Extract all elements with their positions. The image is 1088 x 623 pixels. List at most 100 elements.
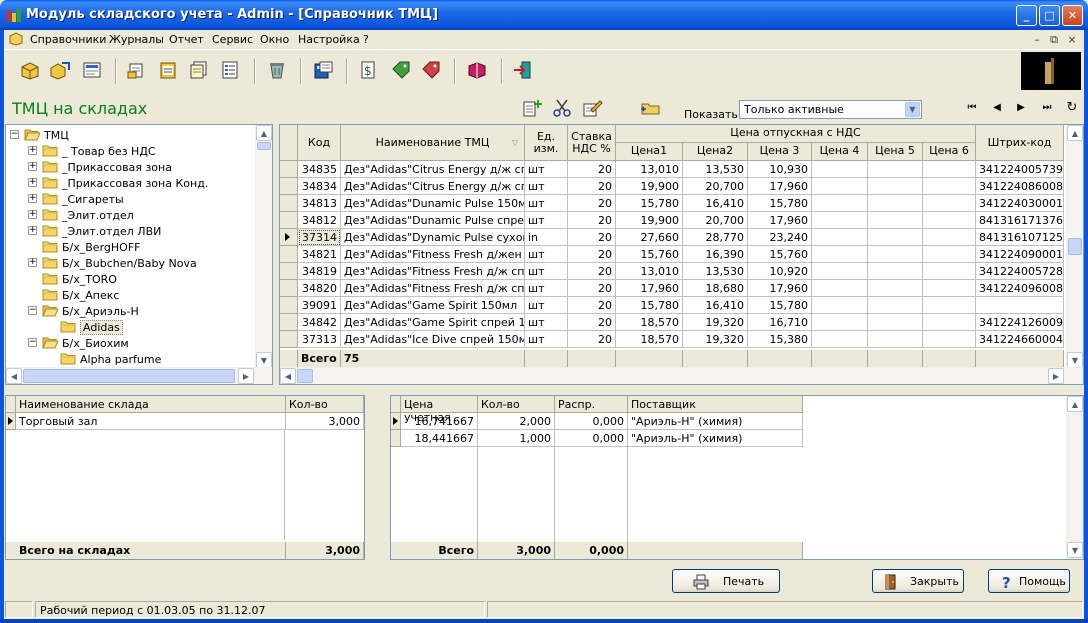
cell-code[interactable]: 34812 [298, 212, 341, 229]
cell-p3[interactable]: 15,780 [748, 195, 812, 212]
scroll-right-icon[interactable]: ▶ [238, 368, 254, 384]
expand-icon[interactable]: + [28, 146, 37, 155]
help-button[interactable]: ? Помощь [988, 569, 1070, 593]
cell-name[interactable]: Дез"Adidas"Game Spirit спрей 150... [341, 314, 525, 331]
cell-p4[interactable] [812, 246, 868, 263]
tree-vertical-scrollbar[interactable]: ▲ ▼ [255, 125, 272, 369]
tree-node[interactable]: − Б/х_Ариэль-Н [6, 303, 256, 319]
table-row[interactable]: 34834Дез"Adidas"Citrus Energy д/ж спр ..… [280, 178, 1064, 195]
row-indicator[interactable] [280, 212, 298, 229]
mdi-restore-button[interactable]: ⧉ [1047, 33, 1061, 47]
menu-settings[interactable]: Настройка [298, 33, 360, 46]
cell-p6[interactable] [923, 280, 976, 297]
tree-node[interactable]: + Б/х_Bubchen/Baby Nova [6, 255, 256, 271]
cell-price[interactable]: 16,741667 [401, 413, 478, 430]
cell-p4[interactable] [812, 195, 868, 212]
cell-barcode[interactable] [976, 297, 1064, 314]
column-header-unit[interactable]: Ед. изм. [525, 125, 568, 161]
invoice-icon[interactable] [157, 60, 179, 80]
column-header-price5[interactable]: Цена 5 [868, 143, 923, 161]
cell-barcode[interactable]: 3412241260094 [976, 314, 1064, 331]
cell-p2[interactable]: 19,320 [683, 314, 748, 331]
cell-p3[interactable]: 23,240 [748, 229, 812, 246]
cell-unit[interactable]: in [525, 229, 568, 246]
cell-qty[interactable]: 2,000 [478, 413, 555, 430]
cell-p4[interactable] [812, 178, 868, 195]
cell-unit[interactable]: шт [525, 195, 568, 212]
goods-box-icon[interactable] [19, 60, 41, 80]
cell-p5[interactable] [868, 280, 923, 297]
cell-barcode[interactable]: 3412240860080 [976, 178, 1064, 195]
cell-name[interactable]: Дез"Adidas"Game Spirit 150мл [341, 297, 525, 314]
column-header-barcode[interactable]: Штрих-код [976, 125, 1064, 161]
row-indicator[interactable] [280, 161, 298, 178]
scroll-thumb[interactable] [23, 369, 235, 383]
cell-barcode[interactable]: 8413161071253 [976, 229, 1064, 246]
cell-distr[interactable]: 0,000 [555, 430, 628, 447]
cell-unit[interactable]: шт [525, 331, 568, 348]
cell-supplier[interactable]: "Ариэль-Н" (химия) [628, 413, 803, 430]
cell-vat[interactable]: 20 [568, 297, 616, 314]
edit-item-icon[interactable] [581, 98, 603, 118]
cell-p5[interactable] [868, 314, 923, 331]
close-button[interactable]: Закрыть [872, 569, 964, 593]
grid-horizontal-scrollbar[interactable]: ◀ ▶ [280, 367, 1083, 384]
cell-p6[interactable] [923, 178, 976, 195]
cell-p3[interactable]: 17,960 [748, 212, 812, 229]
cell-barcode[interactable]: 3412240900014 [976, 246, 1064, 263]
cell-price[interactable]: 18,441667 [401, 430, 478, 447]
stock-grid[interactable]: Наименование склада Кол-во Торговый зал 3,0… [5, 395, 365, 560]
cell-p5[interactable] [868, 331, 923, 348]
column-header-price2[interactable]: Цена2 [683, 143, 748, 161]
scroll-thumb[interactable] [1068, 238, 1082, 255]
row-indicator[interactable] [280, 263, 298, 280]
scroll-left-icon[interactable]: ◀ [280, 368, 296, 384]
last-record-button[interactable]: ⏭ [1040, 101, 1054, 115]
scroll-thumb[interactable] [297, 369, 313, 383]
add-item-icon[interactable] [521, 98, 543, 118]
cell-unit[interactable]: шт [525, 297, 568, 314]
cell-p4[interactable] [812, 331, 868, 348]
cell-p2[interactable]: 20,700 [683, 212, 748, 229]
cell-p5[interactable] [868, 229, 923, 246]
column-header-vat[interactable]: Ставка НДС % [568, 125, 616, 161]
expand-icon[interactable]: + [28, 194, 37, 203]
document-icon[interactable] [8, 32, 24, 46]
tree-node[interactable]: + _Элит.отдел ЛВИ [6, 223, 256, 239]
cell-p4[interactable] [812, 212, 868, 229]
menu-journals[interactable]: Журналы [109, 33, 164, 46]
row-indicator[interactable] [280, 195, 298, 212]
cell-code[interactable]: 34820 [298, 280, 341, 297]
menu-references[interactable]: Справочники [30, 33, 106, 46]
tree-node[interactable]: + _Сигареты [6, 191, 256, 207]
cell-barcode[interactable]: 3412240300012 [976, 195, 1064, 212]
tree-node[interactable]: Б/х_TORO [6, 271, 256, 287]
goods-move-icon[interactable] [49, 60, 71, 80]
cell-p1[interactable]: 15,760 [616, 246, 683, 263]
cell-p3[interactable]: 17,960 [748, 178, 812, 195]
cell-barcode[interactable]: 8413161713764 [976, 212, 1064, 229]
refresh-button[interactable]: ↻ [1065, 101, 1079, 115]
cell-distr[interactable]: 0,000 [555, 413, 628, 430]
tree-node[interactable]: + _Элит.отдел [6, 207, 256, 223]
cell-p3[interactable]: 15,380 [748, 331, 812, 348]
cell-p6[interactable] [923, 263, 976, 280]
cell-vat[interactable]: 20 [568, 246, 616, 263]
cell-p6[interactable] [923, 314, 976, 331]
cell-qty[interactable]: 1,000 [478, 430, 555, 447]
cell-p2[interactable]: 18,680 [683, 280, 748, 297]
cell-p4[interactable] [812, 297, 868, 314]
cell-barcode[interactable]: 3412246600048 [976, 331, 1064, 348]
cell-p1[interactable]: 13,010 [616, 263, 683, 280]
cell-name[interactable]: Дез"Adidas"Fitness Fresh д/жен 1... [341, 246, 525, 263]
cell-unit[interactable]: шт [525, 280, 568, 297]
menu-service[interactable]: Сервис [212, 33, 253, 46]
cell-p6[interactable] [923, 212, 976, 229]
cell-p5[interactable] [868, 178, 923, 195]
cell-p6[interactable] [923, 246, 976, 263]
cell-vat[interactable]: 20 [568, 212, 616, 229]
menu-report[interactable]: Отчет [169, 33, 204, 46]
table-row[interactable]: 34821 Дез"Adidas"Fitness Fresh д/жен 1...… [280, 246, 1064, 263]
cell-name[interactable]: Дез"Adidas"Fitness Fresh д/ж спр ... [341, 280, 525, 297]
cell-p2[interactable]: 13,530 [683, 161, 748, 178]
